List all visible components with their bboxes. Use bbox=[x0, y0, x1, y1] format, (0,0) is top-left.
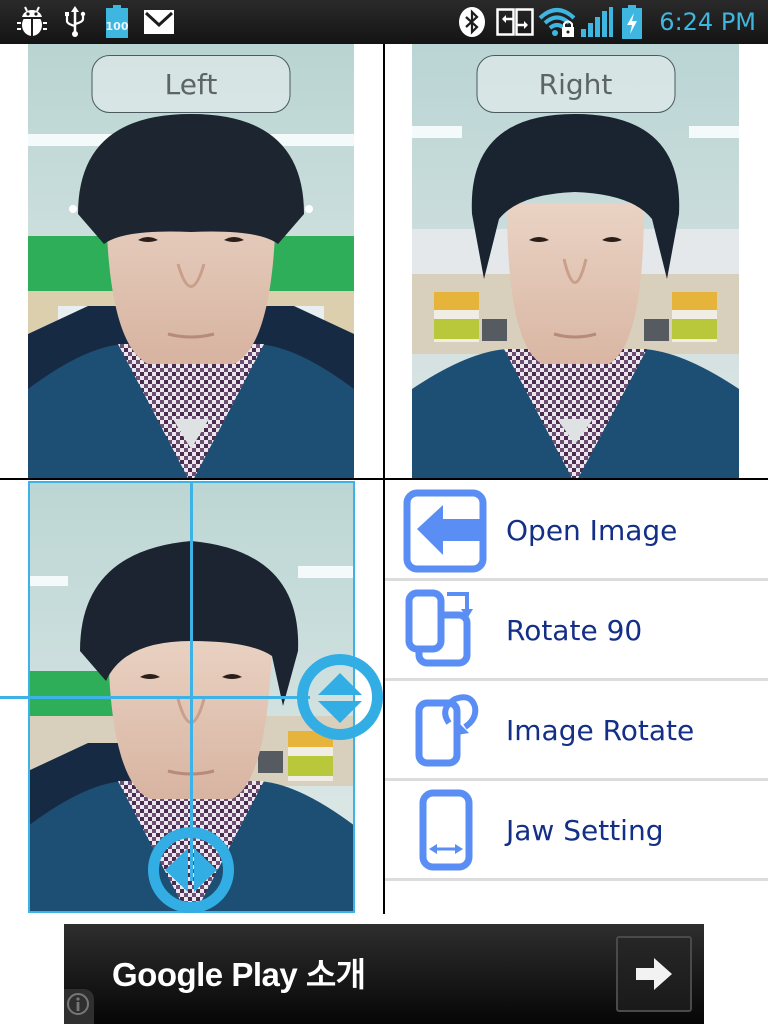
bluetooth-icon bbox=[457, 6, 487, 38]
menu-item-label: Open Image bbox=[506, 514, 678, 547]
ad-info-button[interactable] bbox=[64, 989, 94, 1024]
image-rotate-icon bbox=[415, 694, 479, 767]
battery-charging-icon bbox=[620, 5, 644, 39]
menu-item-label: Jaw Setting bbox=[506, 814, 664, 847]
signal-icon bbox=[580, 6, 614, 38]
email-icon bbox=[143, 6, 175, 38]
info-icon bbox=[67, 993, 89, 1015]
menu-item-label: Image Rotate bbox=[506, 714, 695, 747]
action-menu: Open Image Rotate 90 Image Rotate Jaw Se… bbox=[385, 481, 768, 881]
debug-bug-icon bbox=[14, 6, 50, 38]
screen-mirror-icon bbox=[495, 6, 535, 38]
horizontal-eye-guide[interactable] bbox=[0, 696, 310, 699]
menu-item-image-rotate[interactable]: Image Rotate bbox=[385, 681, 768, 781]
left-right-arrows-icon bbox=[165, 848, 217, 892]
menu-item-rotate-90[interactable]: Rotate 90 bbox=[385, 581, 768, 681]
usb-icon bbox=[62, 6, 88, 38]
wifi-lock-icon bbox=[538, 6, 578, 38]
open-image-icon bbox=[403, 489, 487, 573]
right-mirror-image[interactable]: Right bbox=[412, 44, 739, 478]
status-time: 6:24 PM bbox=[659, 8, 756, 36]
vertical-guide-handle[interactable] bbox=[297, 654, 383, 740]
arrow-right-icon bbox=[636, 958, 672, 990]
battery-100-icon: 100 bbox=[103, 5, 131, 38]
status-bar: 100 6:24 PM bbox=[0, 0, 768, 44]
menu-item-jaw-setting[interactable]: Jaw Setting bbox=[385, 781, 768, 881]
jaw-setting-icon bbox=[419, 789, 473, 871]
ad-arrow-button[interactable] bbox=[616, 936, 692, 1012]
menu-item-label: Rotate 90 bbox=[506, 614, 643, 647]
left-mirror-image[interactable]: Left bbox=[28, 44, 354, 478]
menu-item-open-image[interactable]: Open Image bbox=[385, 481, 768, 581]
up-down-arrows-icon bbox=[318, 673, 362, 723]
left-label-button[interactable]: Left bbox=[91, 55, 291, 113]
ad-text: Google Play 소개 bbox=[112, 956, 366, 993]
vertical-center-guide[interactable] bbox=[190, 481, 193, 881]
horizontal-divider bbox=[0, 478, 768, 480]
ad-banner[interactable]: Google Play 소개 bbox=[64, 924, 704, 1024]
right-label-button[interactable]: Right bbox=[476, 55, 675, 113]
battery-percent-text: 100 bbox=[106, 20, 129, 33]
horizontal-guide-handle[interactable] bbox=[148, 827, 234, 913]
rotate-90-icon bbox=[405, 589, 473, 667]
app-screen: 100 6:24 PM Left Right Open Image Rotate… bbox=[0, 0, 768, 1024]
